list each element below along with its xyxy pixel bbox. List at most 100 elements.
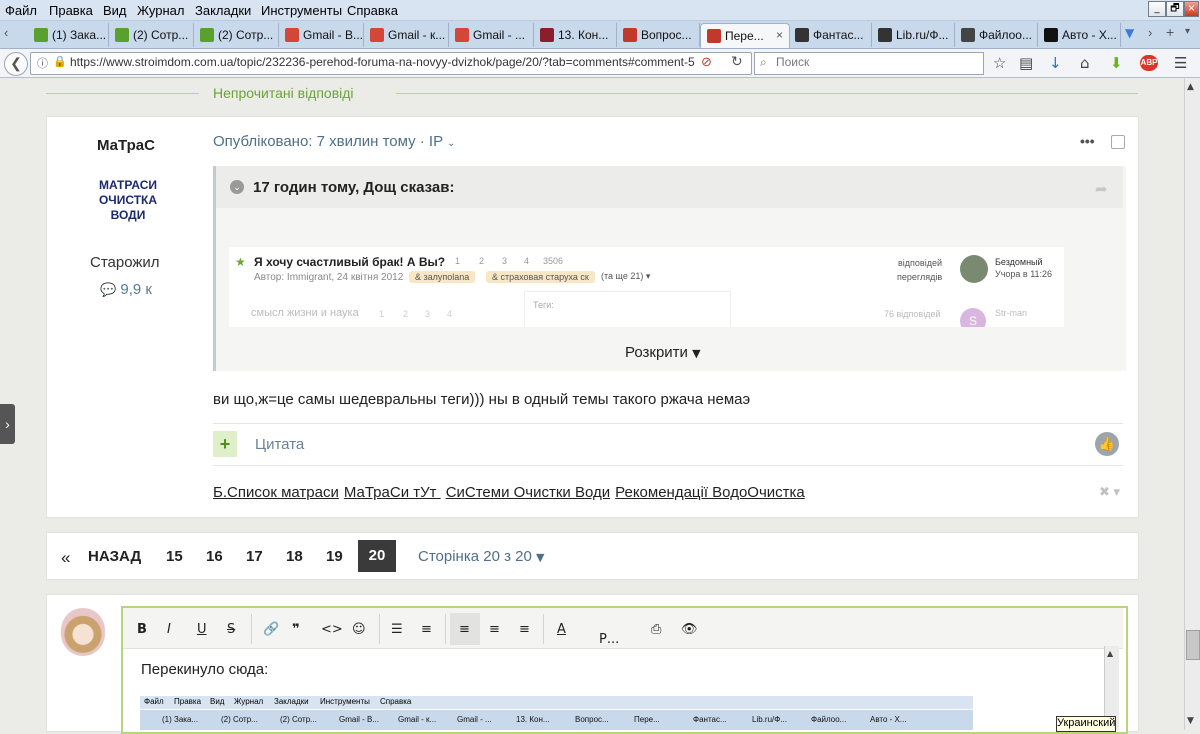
- editor-text[interactable]: Перекинуло сюда:: [141, 661, 268, 678]
- embedded-page-number: 1: [379, 309, 385, 319]
- side-panel-toggle[interactable]: ›: [0, 404, 15, 444]
- pasted-screenshot[interactable]: Файл Правка Вид Журнал Закладки Инструме…: [140, 696, 973, 730]
- author-logo-line: ОЧИСТКА: [98, 193, 158, 207]
- minimize-button[interactable]: _: [1148, 1, 1166, 17]
- page-link[interactable]: 16: [206, 548, 223, 565]
- download-helper-icon[interactable]: ⬇: [1110, 54, 1123, 72]
- url-text[interactable]: https://www.stroimdom.com.ua/topic/23223…: [70, 55, 695, 69]
- gmail-icon: [285, 28, 299, 42]
- page-link[interactable]: 17: [246, 548, 263, 565]
- menu-view[interactable]: Вид: [103, 3, 127, 18]
- more-options-icon[interactable]: •••: [1080, 133, 1095, 149]
- back-button[interactable]: ❮: [4, 52, 28, 76]
- menu-edit[interactable]: Правка: [49, 3, 93, 18]
- tab-3[interactable]: (2) Сотр...: [194, 23, 279, 47]
- tab-list-icon[interactable]: ▾: [1185, 26, 1190, 37]
- unread-replies-label[interactable]: Непрочитані відповіді: [213, 85, 354, 101]
- tab-8[interactable]: Вопрос...: [617, 23, 700, 47]
- hamburger-menu-icon[interactable]: ☰: [1174, 54, 1187, 72]
- editor-scroll-up-arrow[interactable]: ▲: [1107, 649, 1113, 658]
- new-tab-icon[interactable]: +: [1166, 24, 1174, 40]
- tab-9[interactable]: Пере... ×: [700, 23, 790, 48]
- close-tab-icon[interactable]: ×: [776, 28, 783, 42]
- bold-icon[interactable]: B: [137, 622, 147, 637]
- align-right-icon[interactable]: ≡: [519, 622, 530, 637]
- close-window-button[interactable]: ×: [1184, 1, 1199, 17]
- align-center-icon[interactable]: ≡: [489, 622, 500, 637]
- link-icon[interactable]: 🔗: [263, 622, 279, 637]
- underline-icon[interactable]: U: [197, 622, 207, 637]
- home-icon[interactable]: ⌂: [1080, 54, 1090, 72]
- quote-title[interactable]: 17 годин тому, Дощ сказав:: [253, 179, 454, 196]
- tab-scroll-right-icon[interactable]: ▼: [1125, 26, 1134, 40]
- tab-4[interactable]: Gmail - В...: [279, 23, 364, 47]
- code-icon[interactable]: <>: [321, 622, 343, 637]
- user-avatar[interactable]: [61, 608, 105, 656]
- numbered-list-icon[interactable]: ≡: [421, 622, 432, 637]
- menu-help[interactable]: Справка: [347, 3, 398, 18]
- paragraph-format-dropdown[interactable]: Р...: [599, 632, 619, 647]
- info-icon[interactable]: ⓘ: [37, 55, 48, 71]
- tab-11[interactable]: Lib.ru/Ф...: [872, 23, 955, 47]
- embedded-page-number: 2: [403, 309, 409, 319]
- bullet-list-icon[interactable]: ☰: [391, 622, 403, 637]
- quote-icon[interactable]: ❞: [292, 622, 300, 637]
- tab-title: Вопрос...: [641, 28, 692, 42]
- page-link[interactable]: 15: [166, 548, 183, 565]
- tab-6[interactable]: Gmail - ...: [449, 23, 534, 47]
- reload-icon[interactable]: ↻: [731, 54, 743, 70]
- italic-icon[interactable]: I: [167, 622, 171, 637]
- hide-signature-icon[interactable]: ✖ ▾: [1099, 484, 1120, 500]
- signature-link[interactable]: Рекомендації ВодоОчистка: [615, 484, 805, 501]
- page-jump-dropdown[interactable]: Сторінка 20 з 20 ▼: [418, 548, 544, 565]
- menu-tools[interactable]: Инструменты: [261, 3, 342, 18]
- addon-icon[interactable]: ⊘: [701, 54, 712, 70]
- quote-toggle-icon[interactable]: ⌄: [230, 180, 244, 194]
- restore-button[interactable]: 🗗: [1166, 1, 1184, 17]
- expand-quote-button[interactable]: Розкрити ▼: [625, 344, 701, 361]
- page-link[interactable]: 19: [326, 548, 343, 565]
- signature-link[interactable]: СиСтеми Очистки Води: [446, 484, 610, 501]
- adblock-icon[interactable]: ABP: [1140, 55, 1158, 71]
- tab-7[interactable]: 13. Кон...: [534, 23, 617, 47]
- author-name[interactable]: МаТраС: [97, 137, 155, 154]
- tab-10[interactable]: Фантас...: [789, 23, 872, 47]
- toolbar-separator: [445, 614, 446, 644]
- tab-2[interactable]: (2) Сотр...: [109, 23, 194, 47]
- tab-scroll-left-icon[interactable]: ‹: [4, 25, 8, 40]
- author-reputation: 💬 9,9 к: [100, 281, 152, 298]
- menu-file[interactable]: Файл: [5, 3, 37, 18]
- lock-icon[interactable]: 🔒: [53, 55, 67, 68]
- scroll-down-arrow[interactable]: ▼: [1187, 716, 1194, 726]
- tab-13[interactable]: Авто - Х...: [1038, 23, 1121, 47]
- strikethrough-icon[interactable]: S: [227, 622, 235, 637]
- tab-12[interactable]: Файлоо...: [955, 23, 1038, 47]
- signature-link[interactable]: МаТраСи тУт: [344, 484, 441, 501]
- align-left-icon[interactable]: ≡: [459, 622, 470, 637]
- bookmark-star-icon[interactable]: ☆: [993, 54, 1006, 72]
- tab-5[interactable]: Gmail - к...: [364, 23, 449, 47]
- preview-icon[interactable]: ⎙: [651, 622, 661, 637]
- page-scroll-thumb[interactable]: [1186, 630, 1200, 660]
- prev-first-button[interactable]: «: [61, 548, 70, 568]
- multiquote-add-button[interactable]: +: [213, 431, 237, 457]
- post-meta[interactable]: Опубліковано: 7 хвилин тому · IP ⌄: [213, 133, 455, 150]
- eye-icon[interactable]: 👁: [681, 622, 698, 637]
- tab-next-icon[interactable]: ›: [1148, 25, 1152, 40]
- share-icon[interactable]: ➦: [1095, 180, 1108, 198]
- downloads-icon[interactable]: ↓: [1049, 54, 1062, 72]
- author-avatar[interactable]: МАТРАСИ ОЧИСТКА ВОДИ: [90, 178, 166, 223]
- select-checkbox[interactable]: [1111, 135, 1125, 149]
- back-page-button[interactable]: НАЗАД: [88, 548, 141, 565]
- signature-link[interactable]: Б.Список матраси: [213, 484, 339, 501]
- page-link[interactable]: 18: [286, 548, 303, 565]
- like-icon[interactable]: 👍: [1095, 432, 1119, 456]
- quote-button[interactable]: Цитата: [255, 436, 304, 453]
- reading-list-icon[interactable]: ▤: [1019, 54, 1033, 72]
- scroll-up-arrow[interactable]: ▲: [1187, 82, 1194, 92]
- tab-1[interactable]: (1) Зака...: [28, 23, 109, 47]
- menu-history[interactable]: Журнал: [137, 3, 184, 18]
- font-color-icon[interactable]: A: [557, 622, 566, 637]
- menu-bookmarks[interactable]: Закладки: [195, 3, 251, 18]
- emoji-icon[interactable]: ☺: [352, 622, 366, 637]
